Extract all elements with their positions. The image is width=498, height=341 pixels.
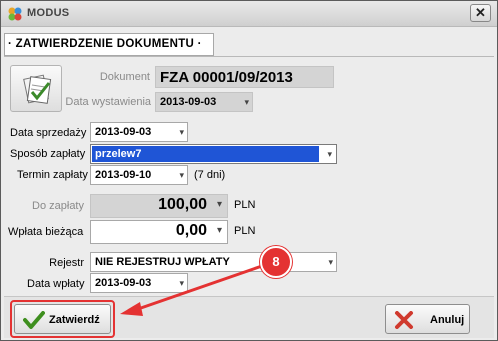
annotation-arrow <box>120 264 263 316</box>
step-number-badge: 8 <box>260 246 292 278</box>
